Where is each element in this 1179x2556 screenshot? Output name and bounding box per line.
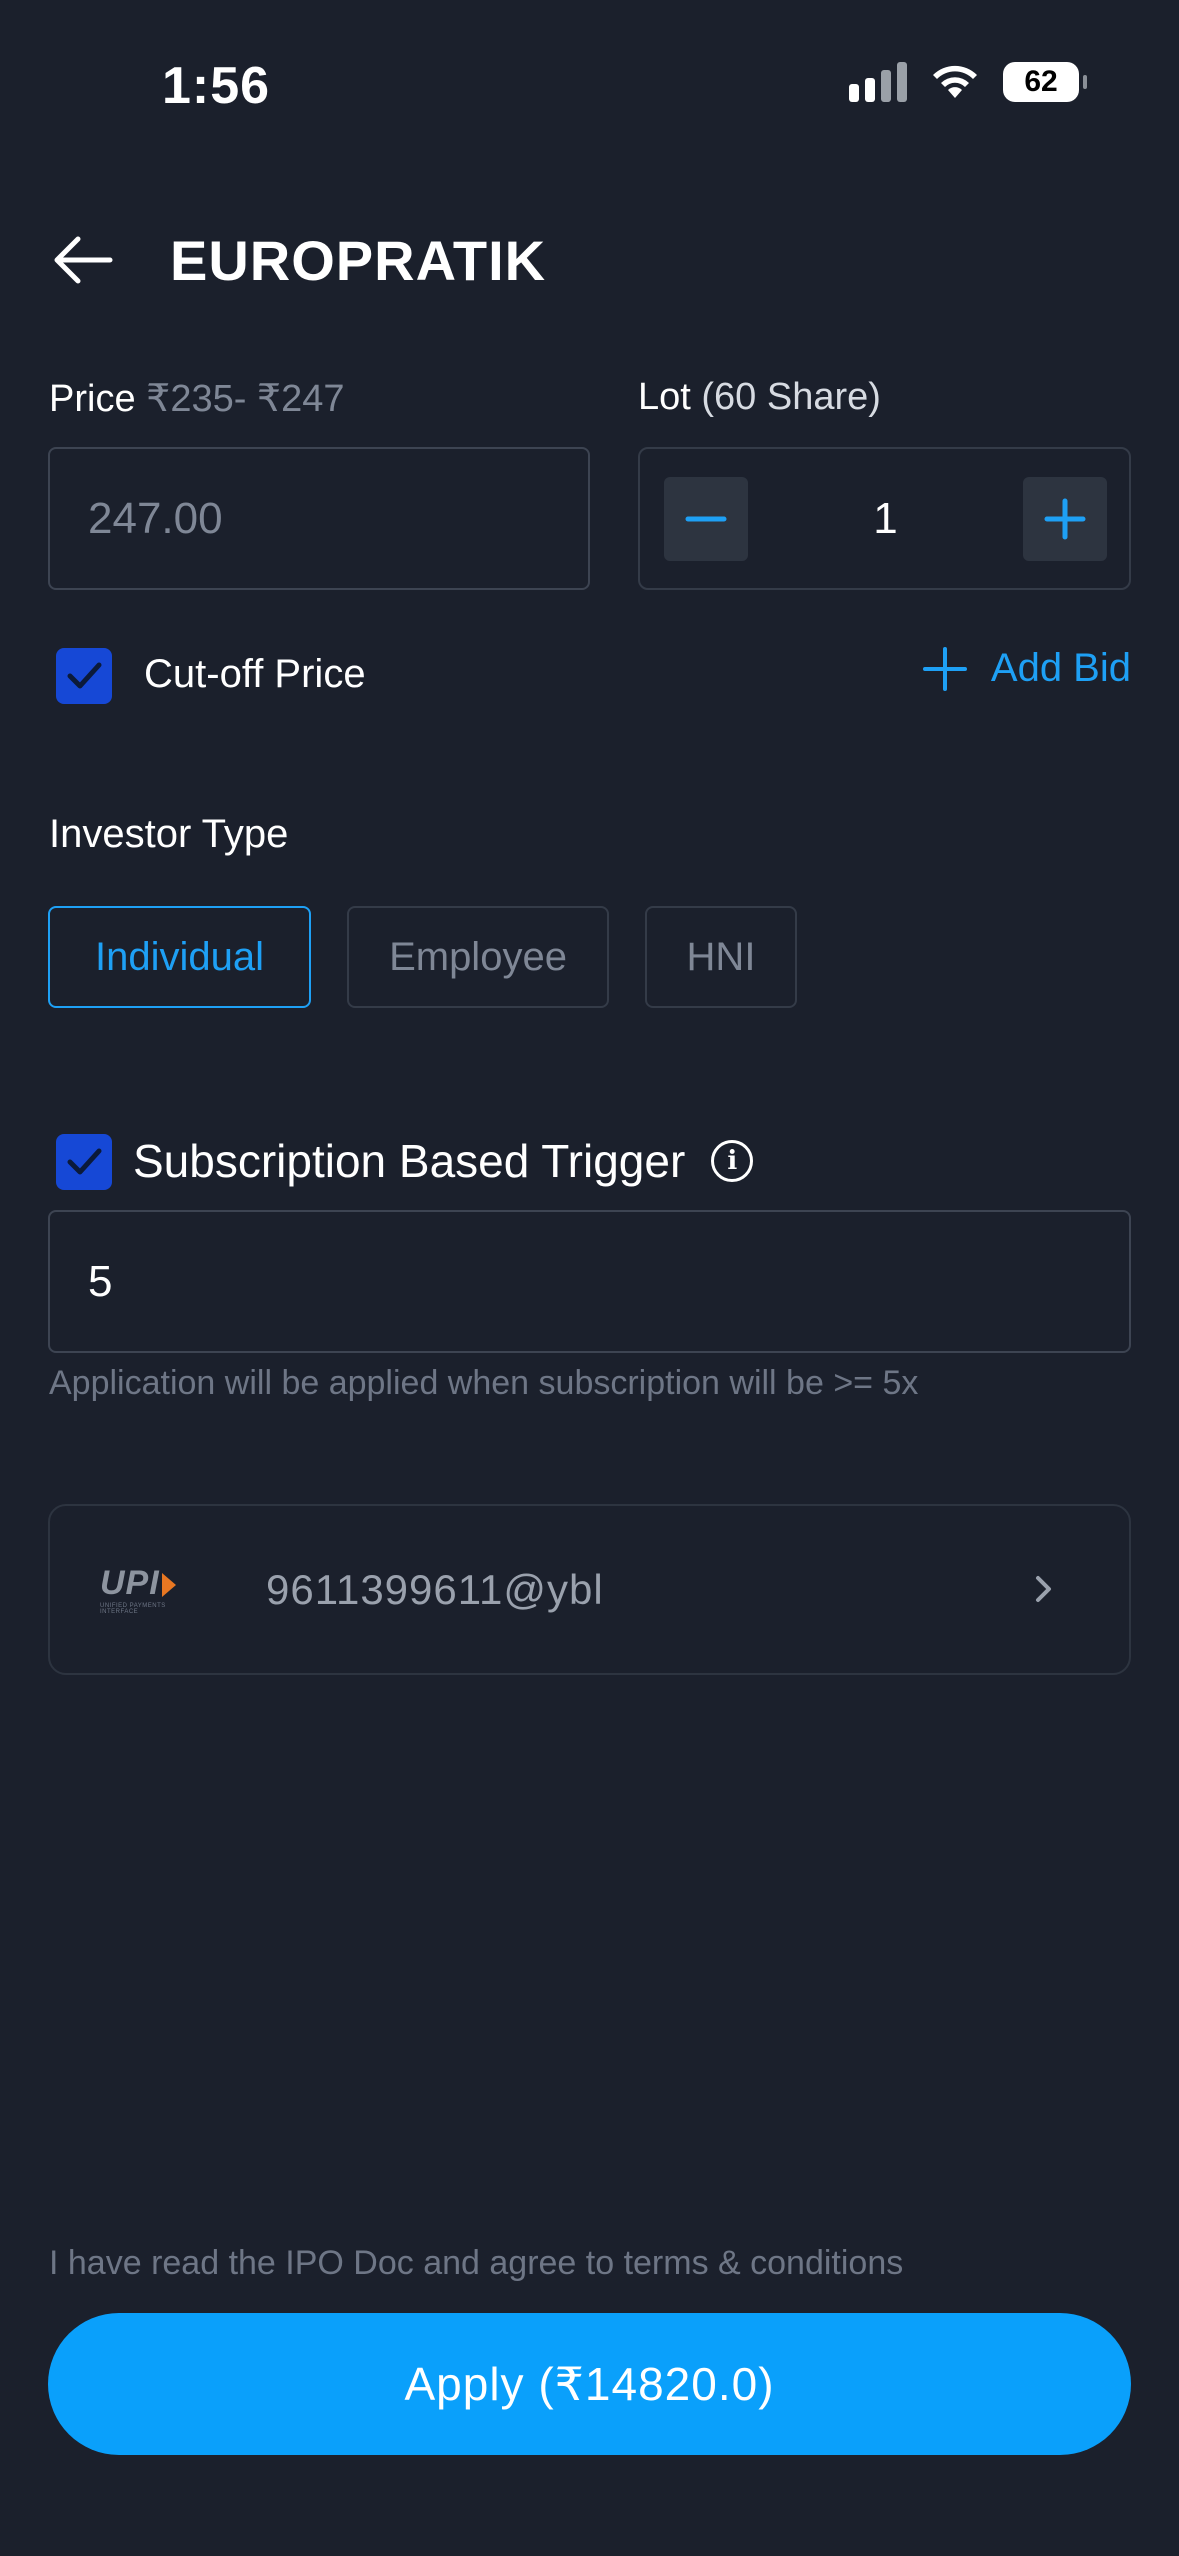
investor-type-hni[interactable]: HNI	[645, 906, 797, 1008]
upi-logo-subtext: UNIFIED PAYMENTS INTERFACE	[100, 1603, 166, 1615]
subscription-trigger-value: 5	[88, 1256, 113, 1306]
chevron-right-icon	[1036, 1576, 1051, 1602]
cellular-signal-icon	[849, 62, 907, 102]
investor-type-individual[interactable]: Individual	[48, 906, 311, 1008]
ipo-apply-screen: 1:56 62 EUROPRATIK Price ₹235- ₹247 247.…	[0, 0, 1179, 2556]
terms-text[interactable]: I have read the IPO Doc and agree to ter…	[49, 2244, 903, 2283]
upi-selector[interactable]: UPI UNIFIED PAYMENTS INTERFACE 961139961…	[48, 1504, 1131, 1675]
apply-button[interactable]: Apply (₹14820.0)	[48, 2313, 1131, 2455]
upi-id: 9611399611@ybl	[266, 1565, 604, 1613]
investor-type-employee[interactable]: Employee	[347, 906, 609, 1008]
lot-value: 1	[873, 493, 898, 543]
cutoff-price-checkbox[interactable]	[56, 648, 112, 704]
add-bid-button[interactable]: Add Bid	[922, 646, 1131, 691]
lot-shares: (60 Share)	[701, 376, 881, 418]
add-bid-label: Add Bid	[990, 646, 1131, 690]
subscription-trigger-helper: Application will be applied when subscri…	[49, 1364, 919, 1402]
info-icon[interactable]: i	[711, 1140, 754, 1182]
checkmark-icon	[67, 662, 102, 689]
subscription-trigger-checkbox[interactable]	[56, 1134, 112, 1190]
price-label-text: Price	[49, 378, 136, 420]
cutoff-price-label: Cut-off Price	[144, 652, 366, 696]
lot-label-text: Lot	[638, 376, 691, 418]
subscription-trigger-label: Subscription Based Trigger i	[133, 1134, 754, 1188]
lot-label: Lot (60 Share)	[638, 376, 881, 419]
back-button[interactable]	[52, 230, 118, 290]
plus-icon	[922, 646, 967, 691]
upi-logo-text: UPI	[100, 1564, 160, 1602]
minus-icon	[685, 516, 727, 521]
decrement-button[interactable]	[664, 476, 748, 561]
investor-type-label: Investor Type	[49, 812, 289, 856]
page-title: EUROPRATIK	[170, 229, 547, 292]
subscription-trigger-text: Subscription Based Trigger	[133, 1135, 686, 1187]
price-label: Price ₹235- ₹247	[49, 376, 345, 421]
status-icons: 62	[849, 62, 1087, 102]
lot-stepper: 1	[638, 447, 1131, 590]
arrow-left-icon	[54, 236, 113, 284]
price-placeholder: 247.00	[88, 493, 223, 543]
upi-logo: UPI UNIFIED PAYMENTS INTERFACE	[100, 1564, 200, 1615]
price-input[interactable]: 247.00	[48, 447, 590, 590]
increment-button[interactable]	[1022, 476, 1107, 561]
plus-icon	[1044, 498, 1086, 539]
status-time: 1:56	[162, 57, 271, 115]
battery-icon: 62	[1003, 62, 1087, 102]
checkmark-icon	[67, 1148, 102, 1175]
price-range: ₹235- ₹247	[146, 378, 345, 420]
subscription-trigger-input[interactable]: 5	[48, 1210, 1131, 1353]
wifi-icon	[933, 65, 977, 98]
